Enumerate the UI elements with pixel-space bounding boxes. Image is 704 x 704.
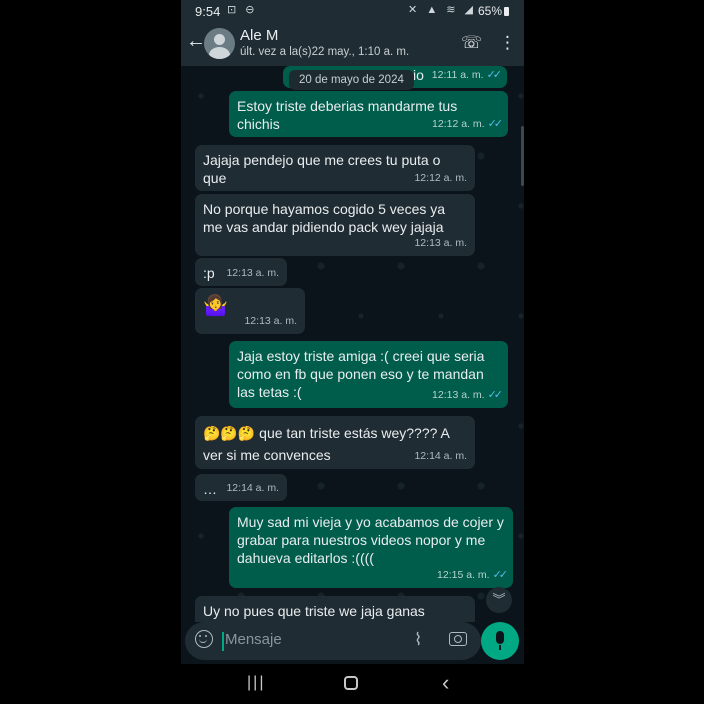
chat-header: ← Ale M últ. vez a la(s)22 may., 1:10 a.… — [181, 22, 524, 66]
android-nav-bar: ||| ‹ — [181, 664, 524, 704]
chat-area[interactable]: io 12:11 a. m. ✓✓ 20 de mayo de 2024 Esto… — [181, 66, 524, 622]
message-text: No porque hayamos cogido 5 veces ya me v… — [203, 201, 446, 235]
contact-name[interactable]: Ale M — [240, 27, 278, 44]
message-bubble-incoming[interactable]: … 12:14 a. m. — [195, 474, 287, 501]
message-meta: 12:12 a. m. ✓✓ — [432, 115, 504, 133]
message-time: 12:12 a. m. — [432, 118, 485, 130]
avatar[interactable] — [204, 28, 235, 59]
message-text: Muy sad mi vieja y yo acabamos de cojer … — [237, 514, 504, 566]
double-chevron-down-icon[interactable]: ︾ — [486, 587, 512, 613]
message-bubble-incoming[interactable]: No porque hayamos cogido 5 veces ya me v… — [195, 194, 475, 256]
battery-icon — [504, 7, 509, 16]
read-receipt-icon: ✓✓ — [486, 69, 503, 81]
message-composer[interactable]: Mensaje ⌇ — [185, 622, 481, 660]
status-notification-icons: ⊡ ⊖ — [227, 4, 258, 16]
message-bubble-incoming[interactable]: Uy no pues que triste we jaja ganas — [195, 596, 475, 622]
message-time: 12:13 a. m. — [432, 389, 485, 401]
phone-screen: 9:54 ⊡ ⊖ ✕ ▲ ≋ ◢ 65% ← Ale M últ. vez a … — [181, 0, 524, 704]
avatar-head-shape — [214, 34, 225, 45]
more-options-icon[interactable]: ⋮ — [499, 33, 516, 53]
emoji-icon[interactable] — [195, 630, 213, 648]
message-bubble-outgoing[interactable]: Estoy triste deberias mandarme tus chich… — [229, 91, 508, 137]
message-input[interactable]: Mensaje — [225, 631, 282, 648]
date-separator: 20 de mayo de 2024 — [289, 70, 414, 90]
message-time: 12:13 a. m. — [414, 237, 467, 249]
message-time: 12:15 a. m. — [437, 569, 490, 581]
avatar-body-shape — [209, 47, 230, 59]
battery-indicator: 65% — [478, 4, 509, 18]
message-text: io — [413, 67, 424, 83]
message-time: 12:13 a. m. — [226, 267, 279, 279]
message-bubble-outgoing[interactable]: Muy sad mi vieja y yo acabamos de cojer … — [229, 507, 513, 588]
status-time: 9:54 — [195, 4, 221, 19]
battery-level: 65% — [477, 4, 502, 18]
message-meta: 12:11 a. m. ✓✓ — [431, 66, 503, 84]
message-bubble-incoming[interactable]: 🤔🤔🤔 que tan triste estás wey???? A ver s… — [195, 416, 475, 469]
message-bubble-outgoing[interactable]: Jaja estoy triste amiga :( creei que ser… — [229, 341, 508, 408]
read-receipt-icon: ✓✓ — [487, 389, 504, 401]
home-icon[interactable] — [344, 676, 358, 690]
message-bubble-incoming[interactable]: 🤷‍♀️ 12:13 a. m. — [195, 288, 305, 334]
read-receipt-icon: ✓✓ — [487, 118, 504, 130]
message-time: 12:13 a. m. — [244, 315, 297, 327]
scrollbar-thumb[interactable] — [521, 126, 524, 186]
status-system-icons: ✕ ▲ ≋ ◢ — [408, 4, 476, 16]
status-bar: 9:54 ⊡ ⊖ ✕ ▲ ≋ ◢ 65% — [181, 0, 524, 22]
message-time: 12:11 a. m. — [431, 69, 484, 81]
voice-message-button[interactable] — [481, 622, 519, 660]
message-time: 12:14 a. m. — [414, 450, 467, 462]
camera-icon[interactable] — [449, 632, 467, 646]
nav-back-icon[interactable]: ‹ — [442, 670, 449, 696]
back-arrow-icon[interactable]: ← — [186, 30, 206, 53]
message-bubble-incoming[interactable]: Jajaja pendejo que me crees tu puta o qu… — [195, 145, 475, 191]
message-time: 12:12 a. m. — [414, 172, 467, 184]
last-seen-status: últ. vez a la(s)22 may., 1:10 a. m. — [240, 46, 410, 58]
message-meta: 12:13 a. m. ✓✓ — [432, 386, 504, 404]
add-call-icon[interactable]: ☏ — [461, 33, 482, 53]
message-time: 12:14 a. m. — [226, 482, 279, 494]
microphone-icon — [496, 631, 504, 650]
message-bubble-incoming[interactable]: :p 12:13 a. m. — [195, 258, 287, 286]
message-meta: 12:15 a. m. ✓✓ — [437, 566, 509, 584]
read-receipt-icon: ✓✓ — [492, 569, 509, 581]
message-text: Uy no pues que triste we jaja ganas — [203, 603, 425, 619]
text-cursor — [222, 632, 224, 651]
paperclip-icon[interactable]: ⌇ — [414, 630, 422, 650]
recent-apps-icon[interactable]: ||| — [247, 674, 265, 692]
